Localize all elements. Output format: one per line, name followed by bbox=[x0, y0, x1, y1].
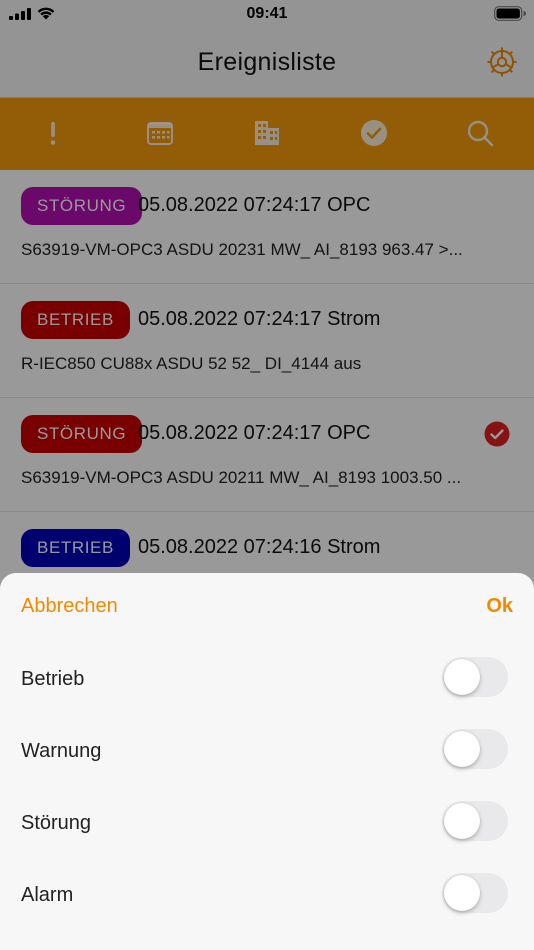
event-text: S63919-VM-OPC3 ASDU 20231 MW_ AI_8193 96… bbox=[21, 240, 463, 259]
event-badge: BETRIEB bbox=[21, 301, 130, 339]
option-label: Warnung bbox=[21, 740, 102, 762]
toggle-knob bbox=[444, 731, 480, 767]
exclamation-icon[interactable] bbox=[36, 116, 70, 150]
event-badge: STÖRUNG bbox=[21, 187, 143, 225]
event-row[interactable]: STÖRUNG 05.08.2022 07:24:17 OPC S63919-V… bbox=[0, 398, 534, 512]
event-header: 05.08.2022 07:24:16 Strom bbox=[138, 536, 381, 558]
filter-sheet: Abbrechen Ok Betrieb Warnung Störung Ala… bbox=[0, 573, 534, 950]
building-icon[interactable] bbox=[250, 116, 284, 150]
gear-icon[interactable] bbox=[486, 46, 518, 78]
filter-toolbar bbox=[0, 98, 534, 170]
toggle-knob bbox=[444, 875, 480, 911]
toggle-knob bbox=[444, 659, 480, 695]
status-time: 09:41 bbox=[246, 5, 288, 22]
filter-option-alarm: Alarm bbox=[0, 865, 534, 925]
toggle-betrieb[interactable] bbox=[442, 657, 508, 697]
page-title: Ereignisliste bbox=[197, 48, 337, 76]
event-header: 05.08.2022 07:24:17 Strom bbox=[138, 308, 381, 330]
event-header: 05.08.2022 07:24:17 OPC bbox=[138, 422, 371, 444]
option-label: Störung bbox=[21, 812, 92, 834]
event-badge: BETRIEB bbox=[21, 529, 130, 567]
event-text: S63919-VM-OPC3 ASDU 20211 MW_ AI_8193 10… bbox=[21, 468, 462, 487]
event-text: R-IEC850 CU88x ASDU 52 52_ DI_4144 aus bbox=[21, 354, 362, 373]
calendar-icon[interactable] bbox=[143, 116, 177, 150]
filter-option-stoerung: Störung bbox=[0, 793, 534, 853]
search-icon[interactable] bbox=[463, 116, 497, 150]
toggle-stoerung[interactable] bbox=[442, 801, 508, 841]
toggle-warnung[interactable] bbox=[442, 729, 508, 769]
navigation-bar: Ereignisliste bbox=[0, 30, 534, 98]
acknowledged-check-icon bbox=[484, 421, 510, 447]
event-row[interactable]: BETRIEB 05.08.2022 07:24:17 Strom R-IEC8… bbox=[0, 284, 534, 398]
cancel-button[interactable]: Abbrechen bbox=[21, 595, 118, 618]
toggle-knob bbox=[444, 803, 480, 839]
event-badge: STÖRUNG bbox=[21, 415, 143, 453]
filter-option-betrieb: Betrieb bbox=[0, 649, 534, 709]
battery-icon bbox=[494, 6, 526, 21]
ok-button[interactable]: Ok bbox=[486, 595, 513, 618]
status-bar: 09:41 bbox=[0, 0, 534, 30]
checkmark-circle-icon[interactable] bbox=[357, 116, 391, 150]
toggle-alarm[interactable] bbox=[442, 873, 508, 913]
option-label: Betrieb bbox=[21, 668, 85, 690]
event-row[interactable]: STÖRUNG 05.08.2022 07:24:17 OPC S63919-V… bbox=[0, 170, 534, 284]
filter-option-warnung: Warnung bbox=[0, 721, 534, 781]
event-header: 05.08.2022 07:24:17 OPC bbox=[138, 194, 371, 216]
option-label: Alarm bbox=[21, 884, 74, 906]
event-list: STÖRUNG 05.08.2022 07:24:17 OPC S63919-V… bbox=[0, 170, 534, 626]
